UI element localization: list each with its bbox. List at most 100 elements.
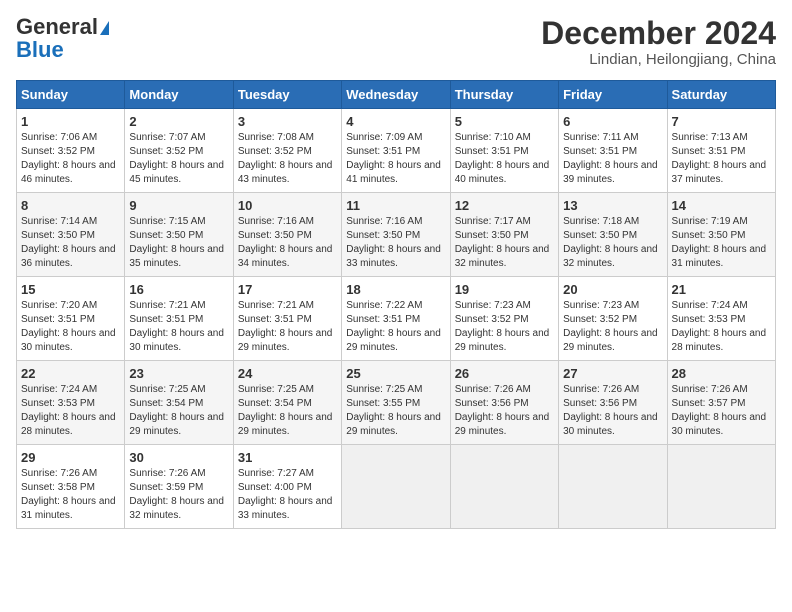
day-cell: 19Sunrise: 7:23 AMSunset: 3:52 PMDayligh… xyxy=(450,277,558,361)
day-info: Sunrise: 7:22 AMSunset: 3:51 PMDaylight:… xyxy=(346,299,445,355)
logo-icon xyxy=(100,21,109,35)
day-cell: 15 Sunrise: 7:20 AMSunset: 3:51 PMDayligh… xyxy=(17,277,125,361)
header-cell-sunday: Sunday xyxy=(17,81,125,109)
week-row-3: 15 Sunrise: 7:20 AMSunset: 3:51 PMDayligh… xyxy=(17,277,776,361)
day-cell: 13 Sunrise: 7:18 AMSunset: 3:50 PMDayligh… xyxy=(559,193,667,277)
header-cell-wednesday: Wednesday xyxy=(342,81,450,109)
month-title: December 2024 xyxy=(541,16,776,51)
day-cell: 11Sunrise: 7:16 AMSunset: 3:50 PMDayligh… xyxy=(342,193,450,277)
day-info: Sunrise: 7:23 AMSunset: 3:52 PMDaylight:… xyxy=(563,299,662,355)
logo-general: General xyxy=(16,14,98,39)
day-cell xyxy=(559,445,667,529)
day-info: Sunrise: 7:24 AMSunset: 3:53 PMDaylight:… xyxy=(21,383,120,439)
day-info: Sunrise: 7:25 AMSunset: 3:54 PMDaylight:… xyxy=(238,383,337,439)
day-info: Sunrise: 7:26 AMSunset: 3:57 PMDaylight:… xyxy=(672,383,771,439)
logo: General Blue xyxy=(16,16,109,61)
day-number: 28 xyxy=(672,366,771,381)
day-cell: 31Sunrise: 7:27 AMSunset: 4:00 PMDayligh… xyxy=(233,445,341,529)
day-info: Sunrise: 7:26 AMSunset: 3:56 PMDaylight:… xyxy=(563,383,662,439)
day-cell: 12 Sunrise: 7:17 AMSunset: 3:50 PMDayligh… xyxy=(450,193,558,277)
calendar-table: SundayMondayTuesdayWednesdayThursdayFrid… xyxy=(16,80,776,529)
day-number: 26 xyxy=(455,366,554,381)
day-number: 5 xyxy=(455,114,554,129)
day-info: Sunrise: 7:07 AMSunset: 3:52 PMDaylight:… xyxy=(129,131,228,187)
day-info: Sunrise: 7:06 AMSunset: 3:52 PMDaylight:… xyxy=(21,131,120,187)
day-info: Sunrise: 7:16 AMSunset: 3:50 PMDaylight:… xyxy=(346,215,445,271)
week-row-4: 22 Sunrise: 7:24 AMSunset: 3:53 PMDayligh… xyxy=(17,361,776,445)
day-cell: 28 Sunrise: 7:26 AMSunset: 3:57 PMDayligh… xyxy=(667,361,775,445)
header-cell-saturday: Saturday xyxy=(667,81,775,109)
day-number: 24 xyxy=(238,366,337,381)
day-cell: 25Sunrise: 7:25 AMSunset: 3:55 PMDayligh… xyxy=(342,361,450,445)
day-number: 22 xyxy=(21,366,120,381)
location-subtitle: Lindian, Heilongjiang, China xyxy=(541,51,776,68)
day-number: 12 xyxy=(455,198,554,213)
day-cell: 5 Sunrise: 7:10 AMSunset: 3:51 PMDaylight… xyxy=(450,109,558,193)
day-number: 13 xyxy=(563,198,662,213)
day-info: Sunrise: 7:08 AMSunset: 3:52 PMDaylight:… xyxy=(238,131,337,187)
day-cell xyxy=(667,445,775,529)
logo-top: General xyxy=(16,16,109,39)
day-info: Sunrise: 7:20 AMSunset: 3:51 PMDaylight:… xyxy=(21,299,120,355)
day-number: 6 xyxy=(563,114,662,129)
day-cell: 17 Sunrise: 7:21 AMSunset: 3:51 PMDayligh… xyxy=(233,277,341,361)
day-cell: 29Sunrise: 7:26 AMSunset: 3:58 PMDayligh… xyxy=(17,445,125,529)
day-cell: 3 Sunrise: 7:08 AMSunset: 3:52 PMDaylight… xyxy=(233,109,341,193)
day-info: Sunrise: 7:25 AMSunset: 3:55 PMDaylight:… xyxy=(346,383,445,439)
day-cell: 21Sunrise: 7:24 AMSunset: 3:53 PMDayligh… xyxy=(667,277,775,361)
day-number: 27 xyxy=(563,366,662,381)
day-cell: 14 Sunrise: 7:19 AMSunset: 3:50 PMDayligh… xyxy=(667,193,775,277)
day-cell: 16Sunrise: 7:21 AMSunset: 3:51 PMDayligh… xyxy=(125,277,233,361)
day-number: 8 xyxy=(21,198,120,213)
day-info: Sunrise: 7:11 AMSunset: 3:51 PMDaylight:… xyxy=(563,131,662,187)
header-cell-monday: Monday xyxy=(125,81,233,109)
title-area: December 2024 Lindian, Heilongjiang, Chi… xyxy=(541,16,776,68)
day-number: 10 xyxy=(238,198,337,213)
day-number: 20 xyxy=(563,282,662,297)
header-cell-tuesday: Tuesday xyxy=(233,81,341,109)
day-number: 23 xyxy=(129,366,228,381)
day-number: 14 xyxy=(672,198,771,213)
day-cell: 24 Sunrise: 7:25 AMSunset: 3:54 PMDayligh… xyxy=(233,361,341,445)
header-cell-thursday: Thursday xyxy=(450,81,558,109)
day-info: Sunrise: 7:17 AMSunset: 3:50 PMDaylight:… xyxy=(455,215,554,271)
day-number: 2 xyxy=(129,114,228,129)
day-info: Sunrise: 7:23 AMSunset: 3:52 PMDaylight:… xyxy=(455,299,554,355)
day-info: Sunrise: 7:21 AMSunset: 3:51 PMDaylight:… xyxy=(238,299,337,355)
day-cell: 1 Sunrise: 7:06 AMSunset: 3:52 PMDaylight… xyxy=(17,109,125,193)
day-number: 4 xyxy=(346,114,445,129)
day-cell: 18Sunrise: 7:22 AMSunset: 3:51 PMDayligh… xyxy=(342,277,450,361)
header-cell-friday: Friday xyxy=(559,81,667,109)
day-cell: 26 Sunrise: 7:26 AMSunset: 3:56 PMDayligh… xyxy=(450,361,558,445)
day-number: 15 xyxy=(21,282,120,297)
day-cell: 4 Sunrise: 7:09 AMSunset: 3:51 PMDaylight… xyxy=(342,109,450,193)
day-info: Sunrise: 7:24 AMSunset: 3:53 PMDaylight:… xyxy=(672,299,771,355)
week-row-1: 1 Sunrise: 7:06 AMSunset: 3:52 PMDaylight… xyxy=(17,109,776,193)
day-info: Sunrise: 7:18 AMSunset: 3:50 PMDaylight:… xyxy=(563,215,662,271)
day-number: 1 xyxy=(21,114,120,129)
day-number: 30 xyxy=(129,450,228,465)
logo-blue: Blue xyxy=(16,39,64,61)
day-cell: 22 Sunrise: 7:24 AMSunset: 3:53 PMDayligh… xyxy=(17,361,125,445)
day-cell xyxy=(450,445,558,529)
day-cell: 2 Sunrise: 7:07 AMSunset: 3:52 PMDaylight… xyxy=(125,109,233,193)
day-info: Sunrise: 7:27 AMSunset: 4:00 PMDaylight:… xyxy=(238,467,337,523)
day-info: Sunrise: 7:19 AMSunset: 3:50 PMDaylight:… xyxy=(672,215,771,271)
day-number: 9 xyxy=(129,198,228,213)
day-cell: 30 Sunrise: 7:26 AMSunset: 3:59 PMDayligh… xyxy=(125,445,233,529)
day-number: 17 xyxy=(238,282,337,297)
day-info: Sunrise: 7:16 AMSunset: 3:50 PMDaylight:… xyxy=(238,215,337,271)
day-number: 16 xyxy=(129,282,228,297)
day-info: Sunrise: 7:09 AMSunset: 3:51 PMDaylight:… xyxy=(346,131,445,187)
day-cell: 7Sunrise: 7:13 AMSunset: 3:51 PMDaylight… xyxy=(667,109,775,193)
day-cell: 20 Sunrise: 7:23 AMSunset: 3:52 PMDayligh… xyxy=(559,277,667,361)
day-info: Sunrise: 7:10 AMSunset: 3:51 PMDaylight:… xyxy=(455,131,554,187)
day-cell: 10 Sunrise: 7:16 AMSunset: 3:50 PMDayligh… xyxy=(233,193,341,277)
day-cell: 6 Sunrise: 7:11 AMSunset: 3:51 PMDaylight… xyxy=(559,109,667,193)
day-number: 3 xyxy=(238,114,337,129)
day-cell: 27 Sunrise: 7:26 AMSunset: 3:56 PMDayligh… xyxy=(559,361,667,445)
day-info: Sunrise: 7:26 AMSunset: 3:56 PMDaylight:… xyxy=(455,383,554,439)
day-info: Sunrise: 7:26 AMSunset: 3:59 PMDaylight:… xyxy=(129,467,228,523)
week-row-2: 8Sunrise: 7:14 AMSunset: 3:50 PMDaylight… xyxy=(17,193,776,277)
day-number: 29 xyxy=(21,450,120,465)
